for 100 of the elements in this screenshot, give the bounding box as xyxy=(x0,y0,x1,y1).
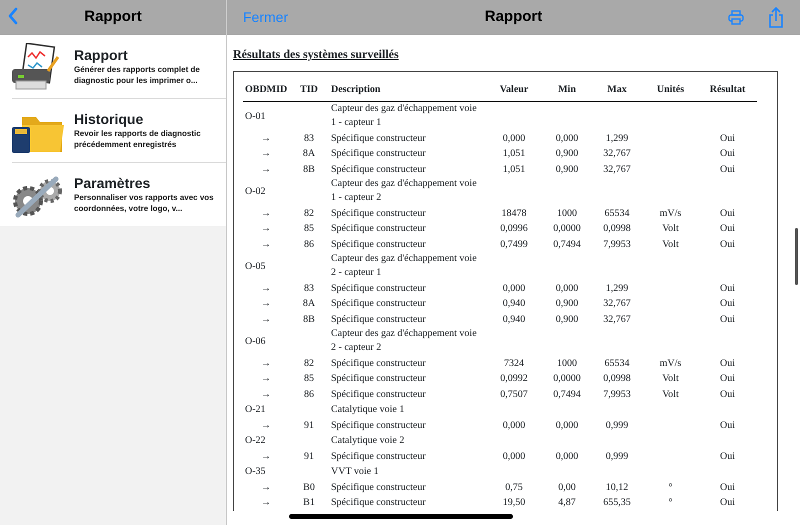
share-icon[interactable] xyxy=(768,7,784,28)
column-header: Max xyxy=(591,78,643,102)
description-cell: Spécifique constructeur xyxy=(331,450,426,462)
tid-cell: 91 xyxy=(304,420,314,430)
max-cell: 7,9953 xyxy=(603,388,631,400)
value-cell: 1,051 xyxy=(502,148,526,159)
sidebar-item[interactable]: Historique Revoir les rapports de diagnostic précédemment enregistrés xyxy=(0,99,226,162)
max-cell: 0,0998 xyxy=(603,223,631,234)
result-cell: Oui xyxy=(720,223,735,234)
result-cell: Oui xyxy=(720,420,735,430)
sidebar-item[interactable]: Paramètres Personnaliser vos rapports avec vos coordonnées, votre logo, v... xyxy=(0,163,226,226)
value-cell: 0,0992 xyxy=(500,373,528,384)
tid-cell: 85 xyxy=(304,373,314,384)
result-cell: Oui xyxy=(720,388,735,400)
result-cell: Oui xyxy=(720,482,735,492)
print-icon[interactable] xyxy=(728,10,744,25)
description-cell: Spécifique constructeur xyxy=(331,497,426,508)
max-cell: 65534 xyxy=(604,208,630,218)
value-cell: 7324 xyxy=(504,358,524,368)
result-cell: Oui xyxy=(720,358,735,368)
value-cell: 0,7507 xyxy=(500,388,528,400)
group-description: Capteur des gaz d'échappement voie 2 - capteur 1 xyxy=(331,252,478,280)
value-cell: 0,7499 xyxy=(500,238,528,250)
tid-cell: B0 xyxy=(303,482,315,492)
item-description: Générer des rapports complet de diagnostic pour les imprimer o... xyxy=(74,64,201,86)
min-cell: 0,000 xyxy=(556,282,578,294)
description-cell: Spécifique constructeur xyxy=(331,238,426,250)
arrow-cell: → xyxy=(261,132,271,144)
tid-cell: 86 xyxy=(304,238,314,250)
obdmid-cell: O-35 xyxy=(245,466,266,477)
description-cell: Spécifique constructeur xyxy=(331,282,426,294)
group-description: VVT voie 1 xyxy=(331,465,380,479)
max-cell: 0,999 xyxy=(606,420,628,430)
group-description: Catalytique voie 2 xyxy=(331,434,406,448)
column-header: Unités xyxy=(643,78,698,102)
obdmid-cell: O-05 xyxy=(245,260,266,272)
value-cell: 0,940 xyxy=(502,314,526,324)
description-cell: Spécifique constructeur xyxy=(331,373,426,384)
description-cell: Spécifique constructeur xyxy=(331,132,426,144)
min-cell: 0,900 xyxy=(556,314,578,324)
result-cell: Oui xyxy=(720,208,735,218)
value-cell: 0,000 xyxy=(502,132,526,144)
unit-cell: Volt xyxy=(662,223,679,234)
result-cell: Oui xyxy=(720,148,735,159)
result-cell: Oui xyxy=(720,132,735,144)
arrow-cell: → xyxy=(261,208,271,218)
back-icon xyxy=(8,6,18,25)
column-header: Description xyxy=(329,78,485,102)
max-cell: 1,299 xyxy=(606,132,628,144)
tid-cell: 82 xyxy=(304,208,314,218)
min-cell: 0,7494 xyxy=(553,238,581,250)
description-cell: Spécifique constructeur xyxy=(331,388,426,400)
arrow-cell: → xyxy=(261,314,271,324)
description-cell: Spécifique constructeur xyxy=(331,164,426,174)
min-cell: 0,900 xyxy=(556,164,578,174)
arrow-cell: → xyxy=(261,298,271,309)
report-heading: Résultats des systèmes surveillés xyxy=(233,46,400,63)
arrow-cell: → xyxy=(261,223,271,234)
description-cell: Spécifique constructeur xyxy=(331,223,426,234)
item-description: Revoir les rapports de diagnostic précédemment enregistrés xyxy=(74,128,202,150)
min-cell: 0,7494 xyxy=(553,388,581,400)
max-cell: 32,767 xyxy=(603,298,631,309)
column-header: TID xyxy=(289,78,329,102)
item-title: Historique xyxy=(74,111,144,128)
unit-cell: Volt xyxy=(662,238,679,250)
tid-cell: B1 xyxy=(303,497,315,508)
arrow-cell: → xyxy=(261,497,271,508)
value-cell: 0,000 xyxy=(502,282,526,294)
group-description: Capteur des gaz d'échappement voie 1 - capteur 1 xyxy=(331,102,478,130)
min-cell: 0,00 xyxy=(558,482,576,492)
item-title: Paramètres xyxy=(74,175,152,192)
item-title: Rapport xyxy=(74,47,129,64)
unit-cell: mV/s xyxy=(660,358,682,368)
value-cell: 0,000 xyxy=(502,450,526,462)
unit-cell: ° xyxy=(668,497,672,508)
result-cell: Oui xyxy=(720,450,735,462)
max-cell: 0,999 xyxy=(606,450,628,462)
result-cell: Oui xyxy=(720,164,735,174)
column-header: Valeur xyxy=(485,78,543,102)
sidebar-title: Rapport xyxy=(84,7,142,28)
tid-cell: 8A xyxy=(302,298,316,309)
result-cell: Oui xyxy=(720,314,735,324)
max-cell: 32,767 xyxy=(603,164,631,174)
max-cell: 7,9953 xyxy=(603,238,631,250)
value-cell: 18478 xyxy=(502,208,526,218)
arrow-cell: → xyxy=(261,388,271,400)
tid-cell: 83 xyxy=(304,282,314,294)
min-cell: 0,900 xyxy=(556,148,578,159)
group-description: Capteur des gaz d'échappement voie 2 - capteur 2 xyxy=(331,327,478,355)
max-cell: 10,12 xyxy=(606,482,628,492)
obdmid-cell: O-21 xyxy=(245,404,266,415)
tid-cell: 8A xyxy=(302,148,316,159)
max-cell: 32,767 xyxy=(603,148,631,159)
scroll-indicator xyxy=(795,228,798,285)
column-header: Résultat xyxy=(698,78,757,102)
min-cell: 0,0000 xyxy=(553,223,581,234)
sidebar-item[interactable]: Rapport Générer des rapports complet de diagnostic pour les imprimer o... xyxy=(0,35,226,98)
description-cell: Spécifique constructeur xyxy=(331,482,426,492)
min-cell: 0,000 xyxy=(556,450,578,462)
group-description: Catalytique voie 1 xyxy=(331,403,406,417)
